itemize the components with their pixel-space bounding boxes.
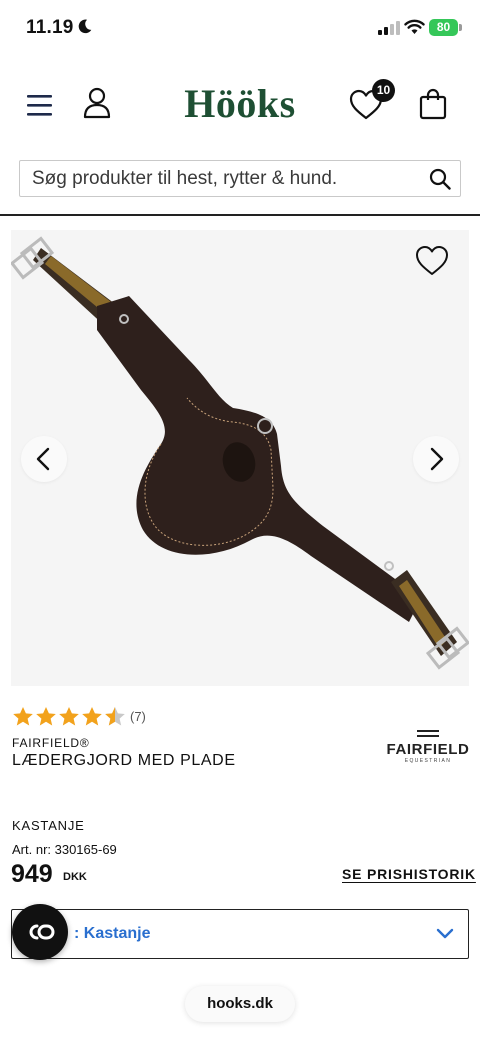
price-currency: DKK (63, 871, 87, 883)
search-icon[interactable] (429, 168, 451, 190)
variant-selected-value: : Kastanje (74, 925, 151, 942)
battery-indicator: 80 (429, 19, 462, 36)
review-count[interactable]: (7) (130, 709, 146, 724)
brand-logo-subtext: EQUESTRIAN (404, 758, 452, 764)
chevron-left-icon (36, 447, 50, 471)
status-bar: 11.19 80 (0, 0, 480, 58)
variant-select[interactable]: : Kastanje (11, 909, 469, 959)
battery-level: 80 (429, 19, 458, 36)
star-full-icon (59, 707, 79, 726)
product-brand[interactable]: FAIRFIELD® (12, 736, 90, 750)
chat-logo-icon (29, 924, 55, 940)
article-number: Art. nr: 330165-69 (12, 842, 117, 857)
favorite-heart-icon[interactable] (415, 245, 449, 277)
site-logo[interactable]: Hööks (170, 80, 310, 127)
moon-icon (78, 19, 92, 34)
chat-button[interactable] (12, 904, 68, 960)
search-input[interactable] (20, 161, 420, 196)
brand-logo[interactable]: FAIRFIELD EQUESTRIAN (384, 728, 472, 764)
gallery-prev-button[interactable] (21, 436, 67, 482)
header-divider (0, 214, 480, 216)
price-history-link[interactable]: SE PRISHISTORIK (342, 866, 476, 882)
shopping-bag-icon[interactable] (419, 88, 447, 120)
star-full-icon (82, 707, 102, 726)
brand-mark-icon (417, 730, 439, 737)
search-bar (19, 160, 461, 197)
menu-icon[interactable] (26, 92, 54, 118)
battery-tip (459, 24, 462, 31)
account-icon[interactable] (82, 87, 112, 119)
selected-color-name: KASTANJE (12, 818, 85, 833)
star-full-icon (13, 707, 33, 726)
product-photo-girth (11, 236, 469, 670)
brand-logo-text: FAIRFIELD (386, 741, 470, 758)
status-time: 11.19 (26, 17, 74, 38)
cellular-signal-icon (378, 21, 400, 35)
product-price: 949 (11, 860, 53, 888)
chevron-right-icon (430, 447, 444, 471)
browser-url-bar[interactable]: hooks.dk (185, 986, 295, 1022)
wishlist-count-badge: 10 (372, 79, 395, 102)
product-image-gallery[interactable] (11, 230, 469, 686)
site-header: Hööks 10 (0, 74, 480, 134)
wifi-icon (404, 19, 425, 34)
star-half-icon (105, 707, 125, 726)
star-full-icon (36, 707, 56, 726)
gallery-next-button[interactable] (413, 436, 459, 482)
product-title: LÆDERGJORD MED PLADE (12, 752, 236, 769)
chevron-down-icon (436, 928, 454, 939)
